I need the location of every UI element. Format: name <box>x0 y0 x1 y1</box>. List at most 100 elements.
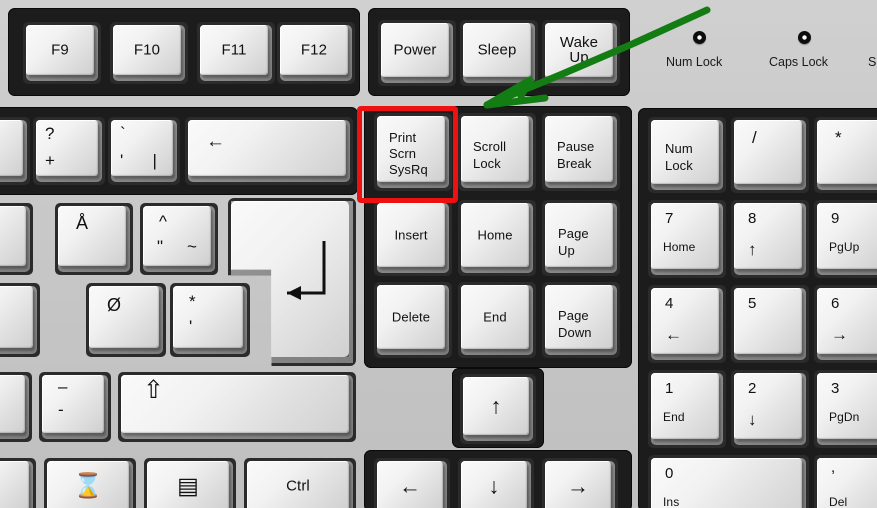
key-end[interactable]: End <box>458 282 536 358</box>
key-label: F10 <box>133 41 161 59</box>
key-numpad-7[interactable]: 7 Home <box>648 200 726 278</box>
key-numpad-5[interactable]: 5 <box>731 285 809 363</box>
key-label-bottom: + <box>45 151 56 170</box>
key-page-down[interactable]: Page Down <box>542 282 620 358</box>
key-arrow-down[interactable]: ↓ <box>458 458 534 508</box>
key-partial-left-shift[interactable] <box>0 372 32 442</box>
key-label: Sleep <box>477 41 517 59</box>
key-numpad-0[interactable]: 0 Ins <box>648 455 809 508</box>
key-label-top: 8 <box>748 210 757 227</box>
key-question-plus[interactable]: ? + <box>33 117 105 185</box>
key-delete[interactable]: Delete <box>374 282 452 358</box>
key-label-top: 6 <box>831 295 840 312</box>
key-label: Page Up <box>558 226 589 258</box>
key-page-up[interactable]: Page Up <box>542 200 620 276</box>
key-label: Scroll Lock <box>473 139 507 171</box>
key-right-ctrl[interactable]: Ctrl <box>244 458 356 508</box>
key-label: F12 <box>300 41 328 59</box>
key-label: Print Scrn SysRq <box>389 130 428 177</box>
key-backtick-pipe[interactable]: ` ' | <box>108 117 180 185</box>
key-f9[interactable]: F9 <box>23 22 101 84</box>
key-numpad-decimal[interactable]: , Del <box>814 455 877 508</box>
key-label-bottom: Del <box>829 495 848 508</box>
key-sleep[interactable]: Sleep <box>460 20 538 86</box>
key-label-top: 4 <box>665 295 674 312</box>
key-power[interactable]: Power <box>378 20 456 86</box>
key-wake-up[interactable]: Wake Up <box>542 20 620 86</box>
key-label: ← <box>206 131 226 152</box>
key-oslash[interactable]: Ø <box>86 283 166 357</box>
key-dash-hyphen[interactable]: – - <box>39 372 111 442</box>
key-partial-left-bottom[interactable] <box>0 458 36 508</box>
menu-icon: ▤ <box>177 472 199 499</box>
key-label: Å <box>76 213 89 233</box>
key-arrow-right[interactable]: → <box>542 458 618 508</box>
key-label: * <box>835 128 842 147</box>
key-ae[interactable]: Æ <box>0 283 40 357</box>
key-label: F9 <box>51 41 69 59</box>
key-label-bottom: PgDn <box>829 410 860 424</box>
key-label: End <box>483 309 507 325</box>
key-f11[interactable]: F11 <box>197 22 275 84</box>
key-enter[interactable] <box>228 198 356 366</box>
key-numpad-multiply[interactable]: * <box>814 117 877 193</box>
key-numpad-8[interactable]: 8 ↑ <box>731 200 809 278</box>
keyboard-photo: F9 F10 F11 F12 Power Sleep Wake Up Num L… <box>0 0 877 508</box>
key-aring[interactable]: Å <box>55 203 133 275</box>
key-numpad-2[interactable]: 2 ↓ <box>731 370 809 448</box>
windows-icon: ⌛ <box>73 472 103 500</box>
key-num-lock[interactable]: Num Lock <box>648 117 726 193</box>
caps-lock-led-label: Caps Lock <box>769 55 829 69</box>
num-lock-led <box>693 31 706 44</box>
key-numpad-divide[interactable]: / <box>731 117 809 193</box>
key-label: Home <box>477 227 513 243</box>
key-label-top: 9 <box>831 210 840 227</box>
key-print-screen[interactable]: Print Scrn SysRq <box>374 113 452 191</box>
arrow-up-icon: ↑ <box>748 240 757 259</box>
key-windows[interactable]: ⌛ <box>44 458 136 508</box>
key-arrow-up[interactable]: ↑ <box>460 374 536 444</box>
key-pause-break[interactable]: Pause Break <box>542 113 620 191</box>
key-numpad-4[interactable]: 4 ← <box>648 285 726 363</box>
key-right-shift[interactable]: ⇧ <box>118 372 356 442</box>
key-numpad-3[interactable]: 3 PgDn <box>814 370 877 448</box>
key-numpad-6[interactable]: 6 → <box>814 285 877 363</box>
key-label-bottom: " <box>157 237 164 256</box>
key-scroll-lock[interactable]: Scroll Lock <box>458 113 536 191</box>
key-label: ⇧ <box>143 376 165 404</box>
key-label-bottom: ' <box>120 151 124 170</box>
key-label-bottom: - <box>58 400 64 419</box>
key-label-top: 7 <box>665 210 674 227</box>
key-f12[interactable]: F12 <box>277 22 355 84</box>
key-label-top: 0 <box>665 465 674 482</box>
key-partial-left-number[interactable] <box>0 117 30 185</box>
key-label-top: 5 <box>748 295 757 312</box>
arrow-left-icon: ← <box>398 473 422 499</box>
key-label-bottom-right: | <box>152 151 157 170</box>
key-insert[interactable]: Insert <box>374 200 452 276</box>
num-lock-led-label: Num Lock <box>666 55 723 69</box>
key-p[interactable]: P <box>0 203 33 275</box>
key-label-top: , <box>831 459 836 476</box>
key-label: Insert <box>394 227 428 243</box>
key-label: Page Down <box>558 308 592 340</box>
key-f10[interactable]: F10 <box>110 22 188 84</box>
enter-arrow-icon <box>287 241 326 300</box>
key-label-bottom-right: ~ <box>186 237 197 256</box>
key-arrow-left[interactable]: ← <box>374 458 450 508</box>
key-label-bottom: ' <box>189 317 193 336</box>
key-caret-tilde[interactable]: ^ " ~ <box>140 203 218 275</box>
key-home[interactable]: Home <box>458 200 536 276</box>
key-menu[interactable]: ▤ <box>144 458 236 508</box>
key-backspace[interactable]: ← <box>185 117 353 185</box>
key-label: Pause Break <box>557 139 595 171</box>
key-numpad-1[interactable]: 1 End <box>648 370 726 448</box>
key-label-bottom: PgUp <box>829 240 860 254</box>
key-numpad-9[interactable]: 9 PgUp <box>814 200 877 278</box>
key-label-top: 3 <box>831 380 840 397</box>
arrow-right-icon: → <box>566 473 590 499</box>
key-label: Delete <box>391 309 431 325</box>
arrow-down-icon: ↓ <box>488 473 500 499</box>
key-label: Num Lock <box>665 141 693 173</box>
key-label-bottom: Home <box>663 240 696 254</box>
